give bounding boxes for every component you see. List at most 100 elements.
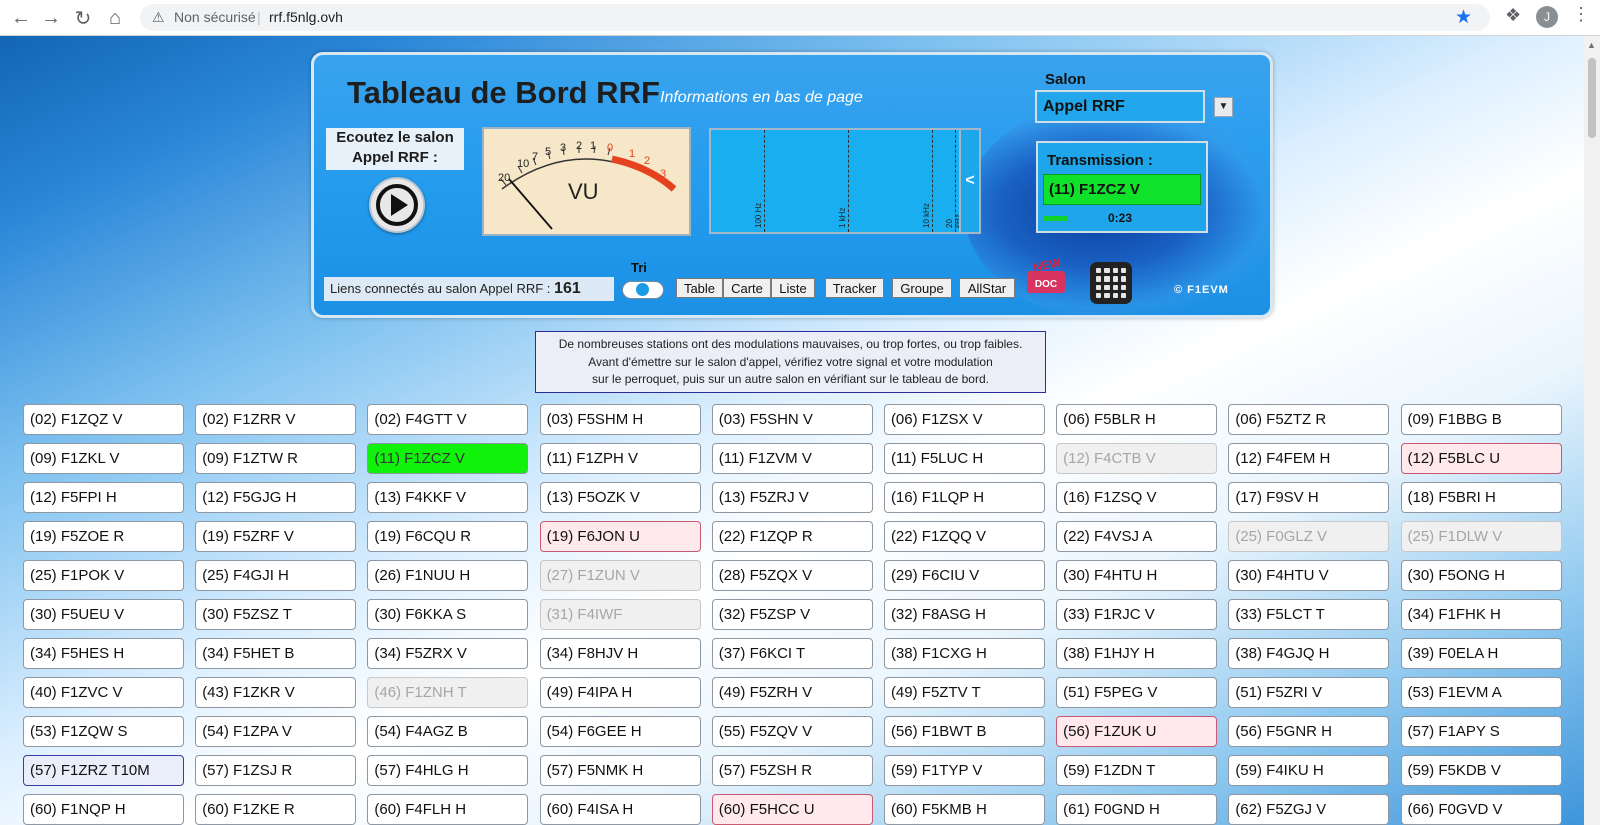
station-tile[interactable]: (30) F5ONG H bbox=[1400, 560, 1562, 591]
station-tile[interactable]: (30) F5UEU V bbox=[23, 599, 184, 630]
liste-button[interactable]: Liste bbox=[771, 278, 815, 298]
station-tile[interactable]: (34) F1FHK H bbox=[1400, 599, 1562, 630]
station-tile[interactable]: (34) F5HET B bbox=[195, 638, 357, 669]
station-tile[interactable]: (06) F5BLR H bbox=[1056, 404, 1218, 435]
station-tile[interactable]: (51) F5ZRI V bbox=[1228, 677, 1390, 708]
station-tile[interactable]: (12) F5BLC U bbox=[1400, 443, 1562, 474]
station-tile[interactable]: (22) F1ZQQ V bbox=[883, 521, 1045, 552]
station-tile[interactable]: (11) F1ZVM V bbox=[711, 443, 873, 474]
station-tile[interactable]: (11) F1ZCZ V bbox=[367, 443, 529, 474]
station-tile[interactable]: (27) F1ZUN V bbox=[539, 560, 701, 591]
station-tile[interactable]: (25) F1DLW V bbox=[1400, 521, 1562, 552]
station-tile[interactable]: (22) F4VSJ A bbox=[1056, 521, 1218, 552]
forward-arrow-icon[interactable]: → bbox=[38, 5, 64, 31]
station-tile[interactable]: (12) F5GJG H bbox=[195, 482, 357, 513]
station-tile[interactable]: (30) F5ZSZ T bbox=[195, 599, 357, 630]
station-tile[interactable]: (59) F5KDB V bbox=[1400, 755, 1562, 786]
play-button[interactable] bbox=[369, 177, 425, 233]
menu-kebab-icon[interactable]: ⋮ bbox=[1572, 4, 1590, 25]
station-tile[interactable]: (40) F1ZVC V bbox=[23, 677, 184, 708]
station-tile[interactable]: (37) F6KCI T bbox=[711, 638, 873, 669]
station-tile[interactable]: (13) F5OZK V bbox=[539, 482, 701, 513]
station-tile[interactable]: (49) F5ZRH V bbox=[711, 677, 873, 708]
station-tile[interactable]: (54) F4AGZ B bbox=[367, 716, 529, 747]
station-tile[interactable]: (56) F5GNR H bbox=[1228, 716, 1390, 747]
station-tile[interactable]: (34) F8HJV H bbox=[539, 638, 701, 669]
station-tile[interactable]: (60) F1ZKE R bbox=[195, 794, 357, 825]
spectrum-toggle-button[interactable]: < bbox=[959, 128, 981, 234]
station-tile[interactable]: (13) F4KKF V bbox=[367, 482, 529, 513]
station-tile[interactable]: (43) F1ZKR V bbox=[195, 677, 357, 708]
station-tile[interactable]: (31) F4IWF bbox=[539, 599, 701, 630]
station-tile[interactable]: (54) F6GEE H bbox=[539, 716, 701, 747]
station-tile[interactable]: (39) F0ELA H bbox=[1400, 638, 1562, 669]
reload-icon[interactable]: ↻ bbox=[70, 5, 96, 31]
station-tile[interactable]: (06) F1ZSX V bbox=[883, 404, 1045, 435]
home-icon[interactable]: ⌂ bbox=[102, 5, 128, 31]
station-tile[interactable]: (54) F1ZPA V bbox=[195, 716, 357, 747]
station-tile[interactable]: (28) F5ZQX V bbox=[711, 560, 873, 591]
station-tile[interactable]: (57) F1APY S bbox=[1400, 716, 1562, 747]
station-tile[interactable]: (09) F1BBG B bbox=[1400, 404, 1562, 435]
carte-button[interactable]: Carte bbox=[723, 278, 771, 298]
tracker-button[interactable]: Tracker bbox=[825, 278, 884, 298]
sort-toggle[interactable] bbox=[622, 281, 664, 299]
station-tile[interactable]: (57) F5ZSH R bbox=[711, 755, 873, 786]
vertical-scrollbar[interactable]: ▲ bbox=[1584, 36, 1600, 825]
station-tile[interactable]: (57) F4HLG H bbox=[367, 755, 529, 786]
station-tile[interactable]: (33) F1RJC V bbox=[1056, 599, 1218, 630]
station-tile[interactable]: (30) F4HTU H bbox=[1056, 560, 1218, 591]
station-tile[interactable]: (02) F4GTT V bbox=[367, 404, 529, 435]
station-tile[interactable]: (49) F4IPA H bbox=[539, 677, 701, 708]
salon-select[interactable]: Appel RRF bbox=[1035, 90, 1205, 123]
station-tile[interactable]: (30) F6KKA S bbox=[367, 599, 529, 630]
station-tile[interactable]: (38) F1HJY H bbox=[1056, 638, 1218, 669]
station-tile[interactable]: (02) F1ZRR V bbox=[195, 404, 357, 435]
station-tile[interactable]: (06) F5ZTZ R bbox=[1228, 404, 1390, 435]
station-tile[interactable]: (56) F1BWT B bbox=[883, 716, 1045, 747]
station-tile[interactable]: (38) F4GJQ H bbox=[1228, 638, 1390, 669]
station-tile[interactable]: (33) F5LCT T bbox=[1228, 599, 1390, 630]
station-tile[interactable]: (61) F0GND H bbox=[1056, 794, 1218, 825]
station-tile[interactable]: (19) F6CQU R bbox=[367, 521, 529, 552]
station-tile[interactable]: (26) F1NUU H bbox=[367, 560, 529, 591]
chevron-down-icon[interactable]: ▼ bbox=[1214, 97, 1233, 117]
station-tile[interactable]: (55) F5ZQV V bbox=[711, 716, 873, 747]
station-tile[interactable]: (56) F1ZUK U bbox=[1056, 716, 1218, 747]
station-tile[interactable]: (25) F4GJI H bbox=[195, 560, 357, 591]
address-bar[interactable]: ⚠ Non sécurisé | rrf.f5nlg.ovh ★ bbox=[140, 4, 1490, 31]
station-tile[interactable]: (38) F1CXG H bbox=[883, 638, 1045, 669]
station-tile[interactable]: (11) F5LUC H bbox=[883, 443, 1045, 474]
station-tile[interactable]: (62) F5ZGJ V bbox=[1228, 794, 1390, 825]
station-tile[interactable]: (03) F5SHN V bbox=[711, 404, 873, 435]
station-tile[interactable]: (34) F5ZRX V bbox=[367, 638, 529, 669]
station-tile[interactable]: (66) F0GVD V bbox=[1400, 794, 1562, 825]
station-tile[interactable]: (46) F1ZNH T bbox=[367, 677, 529, 708]
station-tile[interactable]: (19) F5ZOE R bbox=[23, 521, 184, 552]
station-tile[interactable]: (59) F4IKU H bbox=[1228, 755, 1390, 786]
station-tile[interactable]: (12) F4CTB V bbox=[1056, 443, 1218, 474]
station-tile[interactable]: (11) F1ZPH V bbox=[539, 443, 701, 474]
station-tile[interactable]: (16) F1LQP H bbox=[883, 482, 1045, 513]
station-tile[interactable]: (30) F4HTU V bbox=[1228, 560, 1390, 591]
page-subtitle-link[interactable]: Informations en bas de page bbox=[660, 89, 863, 107]
station-tile[interactable]: (60) F5HCC U bbox=[711, 794, 873, 825]
station-tile[interactable]: (60) F5KMB H bbox=[883, 794, 1045, 825]
station-tile[interactable]: (60) F4FLH H bbox=[367, 794, 529, 825]
station-tile[interactable]: (57) F1ZSJ R bbox=[195, 755, 357, 786]
station-tile[interactable]: (57) F5NMK H bbox=[539, 755, 701, 786]
station-tile[interactable]: (13) F5ZRJ V bbox=[711, 482, 873, 513]
station-tile[interactable]: (53) F1ZQW S bbox=[23, 716, 184, 747]
table-button[interactable]: Table bbox=[676, 278, 723, 298]
doc-icon[interactable]: DOC NEW bbox=[1025, 255, 1069, 299]
bookmark-star-icon[interactable]: ★ bbox=[1455, 6, 1472, 29]
station-tile[interactable]: (32) F5ZSP V bbox=[711, 599, 873, 630]
keypad-grid-icon[interactable] bbox=[1090, 262, 1132, 304]
station-tile[interactable]: (19) F6JON U bbox=[539, 521, 701, 552]
station-tile[interactable]: (59) F1TYP V bbox=[883, 755, 1045, 786]
station-tile[interactable]: (16) F1ZSQ V bbox=[1056, 482, 1218, 513]
station-tile[interactable]: (09) F1ZKL V bbox=[23, 443, 184, 474]
station-tile[interactable]: (49) F5ZTV T bbox=[883, 677, 1045, 708]
station-tile[interactable]: (18) F5BRI H bbox=[1400, 482, 1562, 513]
station-tile[interactable]: (57) F1ZRZ T10M bbox=[23, 755, 184, 786]
